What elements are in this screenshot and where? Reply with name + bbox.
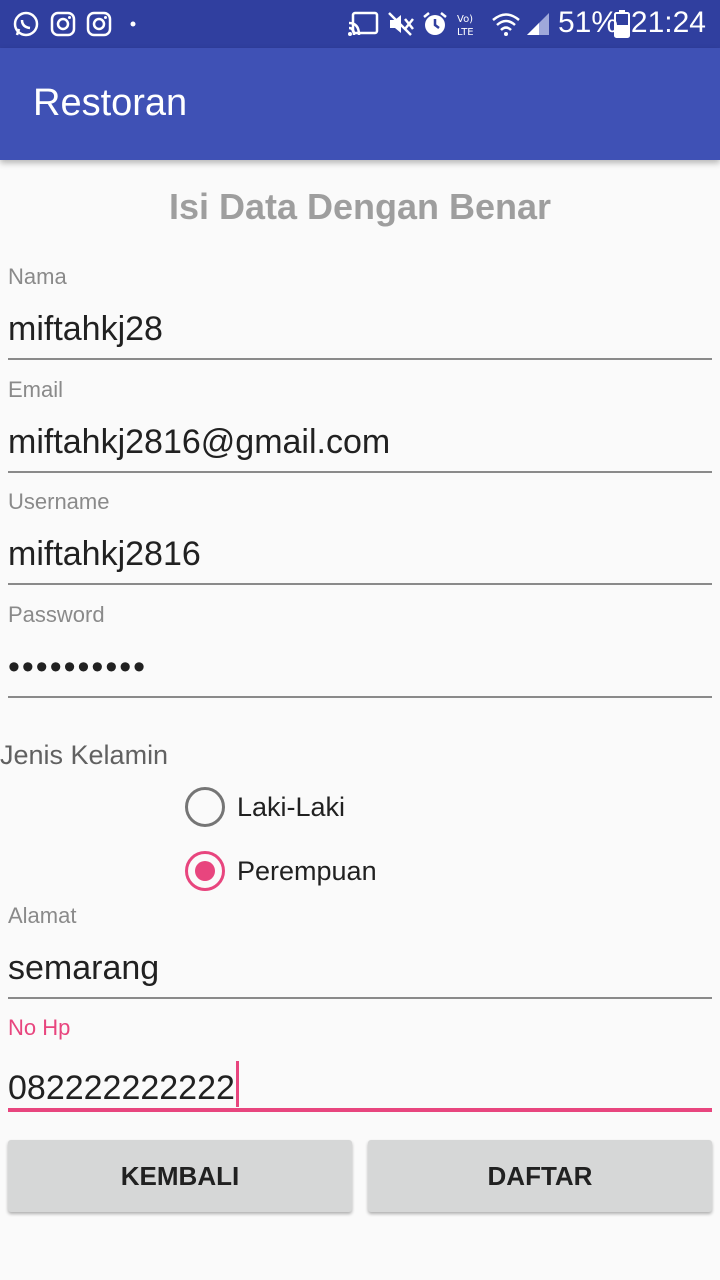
signal-icon bbox=[524, 10, 552, 38]
alarm-icon bbox=[421, 10, 449, 38]
radio-checked-icon bbox=[185, 851, 225, 891]
alamat-label: Alamat bbox=[8, 903, 77, 928]
radio-perempuan-label: Perempuan bbox=[237, 855, 377, 886]
battery-percent: 51% bbox=[558, 6, 619, 39]
nama-underline bbox=[8, 358, 712, 360]
whatsapp-icon bbox=[12, 10, 40, 38]
nama-field[interactable]: Nama miftahkj28 bbox=[8, 264, 712, 364]
app-bar: Restoran bbox=[0, 48, 720, 160]
clock: 21:24 bbox=[630, 6, 706, 39]
app-title: Restoran bbox=[33, 82, 188, 124]
svg-text:Vo): Vo) bbox=[457, 14, 473, 25]
password-label: Password bbox=[8, 602, 105, 627]
no-hp-input-wrap[interactable]: 082222222222 bbox=[8, 1061, 239, 1108]
wifi-icon bbox=[490, 10, 522, 38]
radio-unchecked-icon bbox=[185, 787, 225, 827]
email-input[interactable]: miftahkj2816@gmail.com bbox=[8, 423, 390, 462]
instagram-icon bbox=[49, 10, 77, 38]
status-bar: Vo) LTE 51% 21:24 bbox=[0, 0, 720, 48]
kembali-button[interactable]: KEMBALI bbox=[8, 1140, 352, 1212]
no-hp-field[interactable]: No Hp 082222222222 bbox=[8, 1015, 712, 1115]
radio-perempuan[interactable]: Perempuan bbox=[185, 850, 377, 892]
nama-label: Nama bbox=[8, 264, 67, 289]
svg-text:LTE: LTE bbox=[457, 27, 474, 37]
alamat-field[interactable]: Alamat semarang bbox=[8, 903, 712, 1003]
radio-laki-laki-label: Laki-Laki bbox=[237, 791, 346, 822]
username-input[interactable]: miftahkj2816 bbox=[8, 535, 201, 574]
radio-laki-laki[interactable]: Laki-Laki bbox=[185, 786, 345, 828]
cast-icon bbox=[346, 10, 380, 38]
gender-label: Jenis Kelamin bbox=[0, 740, 169, 770]
alamat-input[interactable]: semarang bbox=[8, 949, 159, 988]
daftar-button[interactable]: DAFTAR bbox=[368, 1140, 712, 1212]
password-input[interactable]: •••••••••• bbox=[8, 648, 147, 687]
volte-icon: Vo) LTE bbox=[454, 10, 482, 38]
email-field[interactable]: Email miftahkj2816@gmail.com bbox=[8, 377, 712, 477]
email-underline bbox=[8, 471, 712, 473]
username-label: Username bbox=[8, 489, 110, 514]
password-field[interactable]: Password •••••••••• bbox=[8, 602, 712, 702]
username-field[interactable]: Username miftahkj2816 bbox=[8, 489, 712, 589]
password-underline bbox=[8, 696, 712, 698]
form-title: Isi Data Dengan Benar bbox=[168, 186, 552, 227]
email-label: Email bbox=[8, 377, 64, 402]
mute-icon bbox=[386, 10, 416, 38]
battery-icon bbox=[612, 10, 632, 38]
alamat-underline bbox=[8, 997, 712, 999]
no-hp-underline bbox=[8, 1108, 712, 1112]
text-cursor bbox=[235, 1061, 239, 1107]
instagram-icon bbox=[85, 10, 113, 38]
username-underline bbox=[8, 583, 712, 585]
nama-input[interactable]: miftahkj28 bbox=[8, 310, 163, 349]
dot-icon bbox=[128, 10, 138, 38]
no-hp-input[interactable]: 082222222222 bbox=[8, 1069, 235, 1107]
no-hp-label: No Hp bbox=[8, 1015, 71, 1040]
